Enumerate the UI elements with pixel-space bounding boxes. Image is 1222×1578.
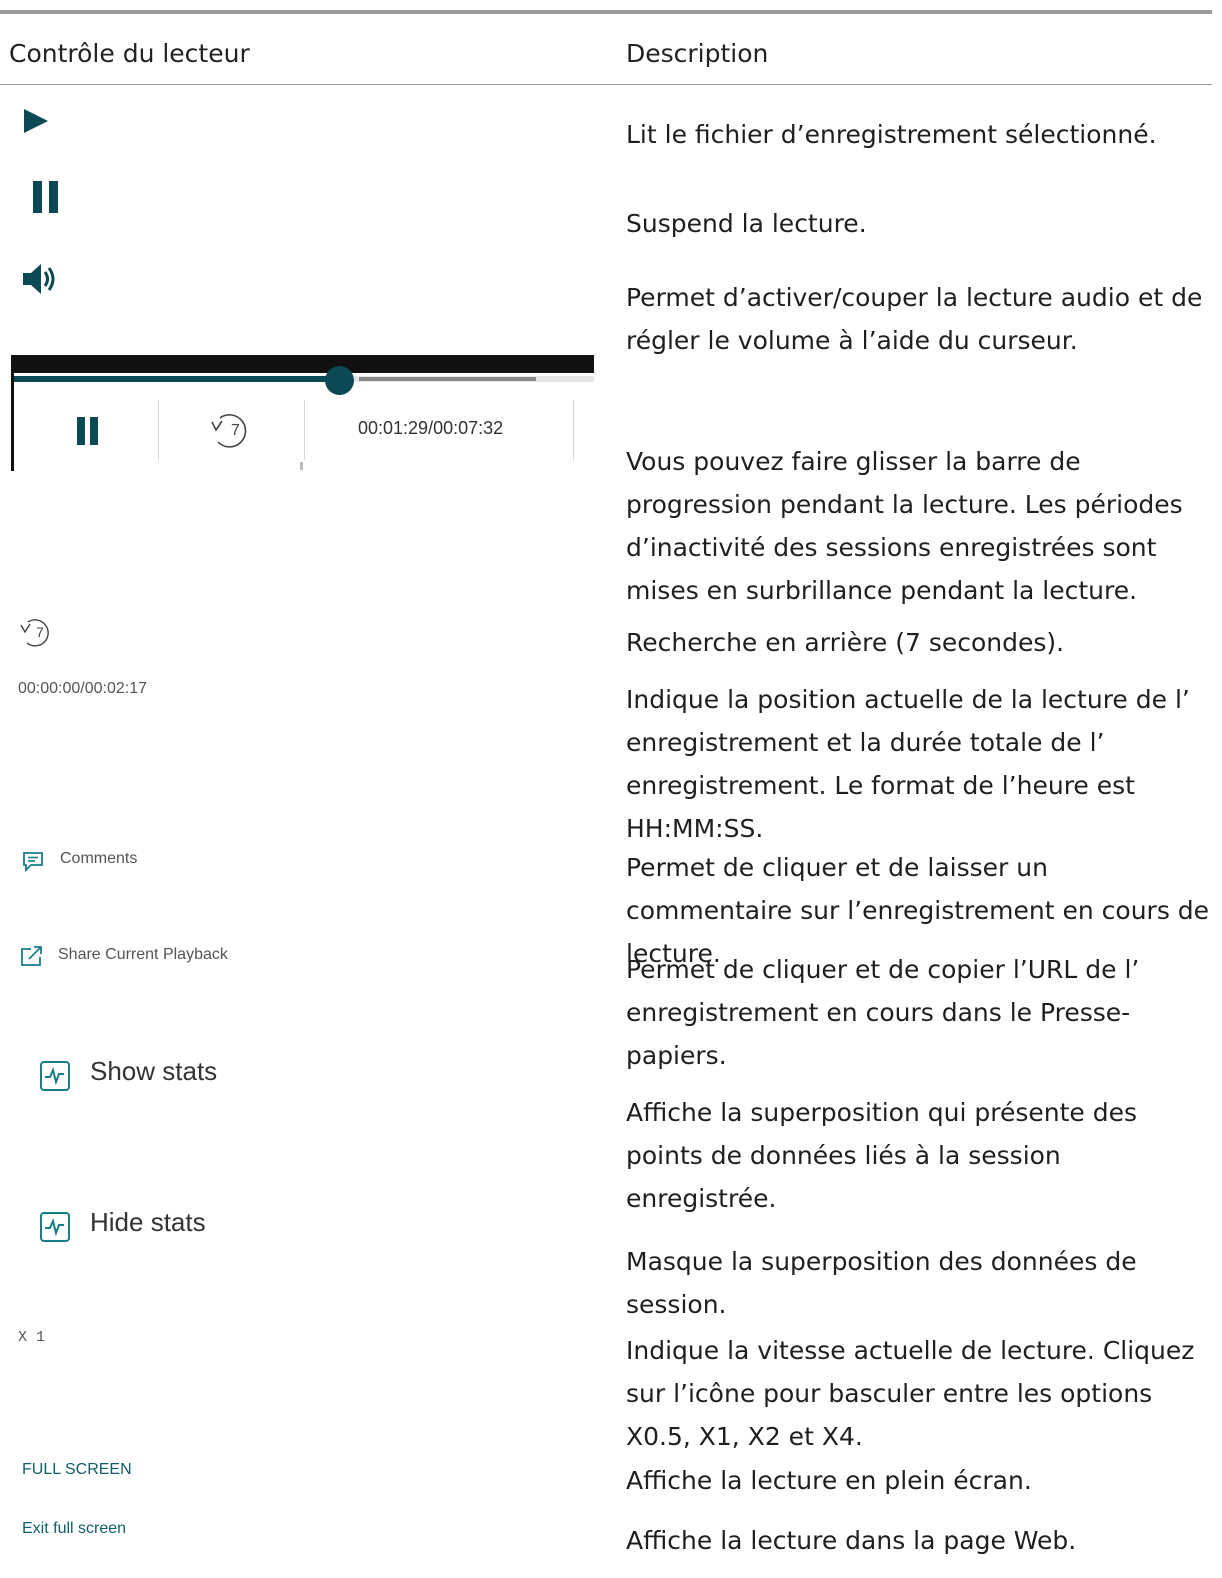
description-play: Lit le fichier d’enregistrement sélectio… bbox=[626, 120, 1157, 149]
player-pause-icon[interactable] bbox=[76, 416, 100, 446]
description-speed: Indique la vitesse actuelle de lecture. … bbox=[626, 1336, 1195, 1451]
description-hide-stats: Masque la superposition des données de s… bbox=[626, 1247, 1137, 1319]
player-bar-top-edge bbox=[13, 355, 594, 373]
column-header-control: Contrôle du lecteur bbox=[9, 39, 250, 68]
time-readout: 00:00:00/00:02:17 bbox=[18, 680, 148, 697]
progress-played bbox=[14, 376, 339, 382]
full-screen-button[interactable]: FULL SCREEN bbox=[22, 1461, 132, 1479]
description-share: Permet de cliquer et de copier l’URL de … bbox=[626, 955, 1140, 1070]
player-rewind-seconds: 7 bbox=[231, 422, 240, 439]
description-progress: Vous pouvez faire glisser la barre de pr… bbox=[626, 447, 1183, 605]
player-divider bbox=[158, 400, 159, 460]
player-divider bbox=[304, 400, 305, 460]
description-time: Indique la position actuelle de la lectu… bbox=[626, 685, 1190, 843]
rewind-icon[interactable]: 7 bbox=[18, 615, 58, 649]
progress-thumb[interactable] bbox=[324, 366, 354, 395]
pause-icon[interactable] bbox=[32, 180, 60, 214]
comment-icon[interactable] bbox=[22, 851, 44, 873]
play-icon[interactable] bbox=[22, 108, 50, 134]
table-top-rule bbox=[0, 10, 1212, 14]
show-stats-button[interactable]: Show stats bbox=[90, 1056, 217, 1087]
description-show-stats: Affiche la superposition qui présente de… bbox=[626, 1098, 1138, 1213]
playback-speed-button[interactable]: X 1 bbox=[18, 1329, 45, 1346]
share-current-playback-button[interactable]: Share Current Playback bbox=[58, 946, 228, 964]
progress-buffered bbox=[358, 377, 536, 381]
rewind-seconds-label: 7 bbox=[36, 624, 44, 640]
description-pause: Suspend la lecture. bbox=[626, 209, 867, 238]
column-header-description: Description bbox=[626, 39, 769, 68]
comments-button[interactable]: Comments bbox=[60, 850, 137, 868]
share-icon[interactable] bbox=[20, 945, 44, 967]
player-tick bbox=[300, 462, 303, 470]
exit-full-screen-button[interactable]: Exit full screen bbox=[22, 1520, 126, 1538]
description-rewind: Recherche en arrière (7 secondes). bbox=[626, 628, 1065, 657]
player-time-readout: 00:01:29/00:07:32 bbox=[358, 418, 504, 438]
player-divider bbox=[573, 400, 574, 460]
description-exit-full-screen: Affiche la lecture dans la page Web. bbox=[626, 1526, 1077, 1555]
player-rewind-icon[interactable]: 7 bbox=[208, 410, 256, 450]
hide-stats-button[interactable]: Hide stats bbox=[90, 1207, 206, 1238]
description-full-screen: Affiche la lecture en plein écran. bbox=[626, 1466, 1032, 1495]
volume-icon[interactable] bbox=[22, 262, 60, 296]
table-header-rule bbox=[0, 84, 1212, 85]
stats-icon[interactable] bbox=[40, 1212, 70, 1242]
player-bar-left-edge bbox=[11, 355, 14, 471]
stats-icon[interactable] bbox=[40, 1061, 70, 1091]
description-volume: Permet d’activer/couper la lecture audio… bbox=[626, 283, 1203, 355]
